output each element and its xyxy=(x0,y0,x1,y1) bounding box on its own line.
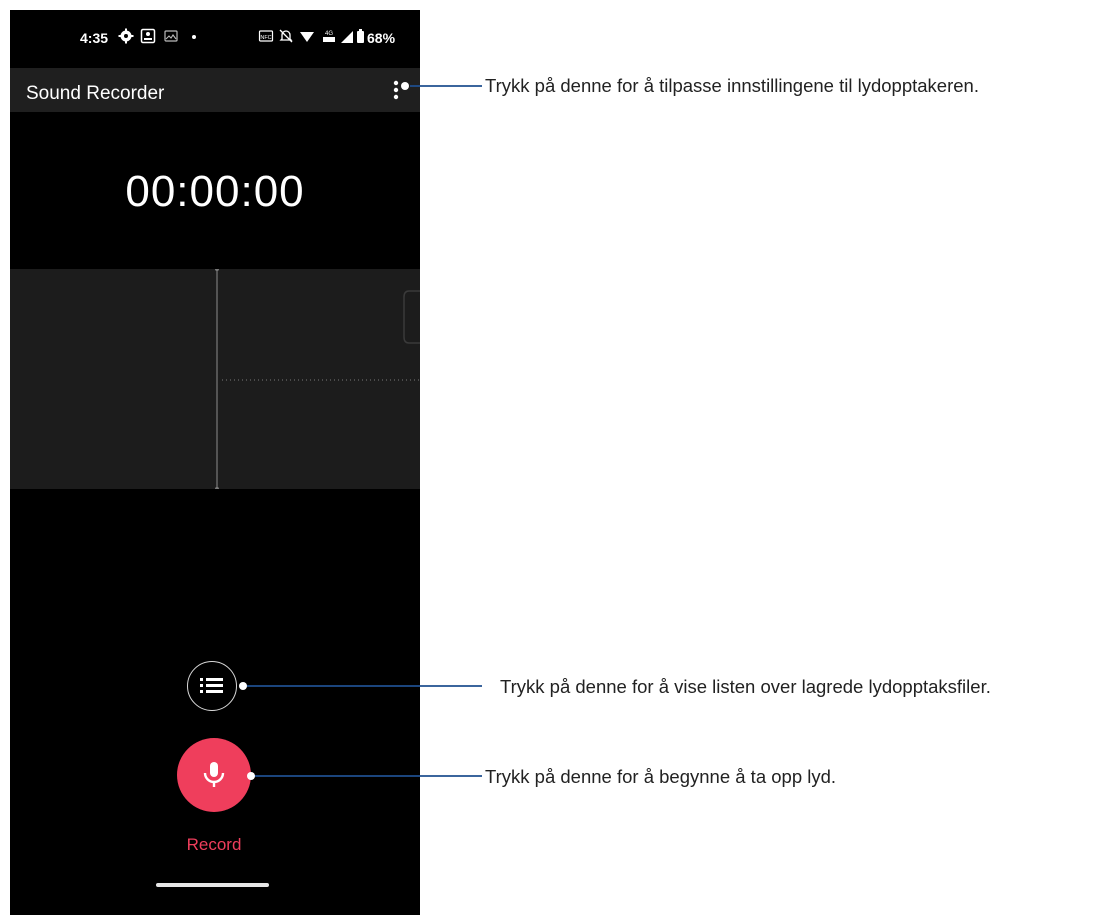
battery-icon xyxy=(357,29,364,43)
playhead-top-marker xyxy=(215,267,219,271)
record-label: Record xyxy=(186,835,242,854)
list-icon xyxy=(200,678,223,693)
svg-text:NFC: NFC xyxy=(260,35,271,41)
callout-text-list: Trykk på denne for å vise listen over la… xyxy=(500,676,991,697)
settings-icon xyxy=(118,28,134,44)
app-bar: Sound Recorder xyxy=(10,68,420,112)
app-title: Sound Recorder xyxy=(26,83,165,104)
svg-text:4G: 4G xyxy=(325,31,333,37)
status-time: 4:35 xyxy=(80,30,109,46)
dot-icon xyxy=(192,35,196,39)
timer-display: 00:00:00 xyxy=(125,167,305,216)
mic-icon xyxy=(203,762,225,787)
lte-icon: 4G xyxy=(323,31,335,42)
recordings-list-button[interactable] xyxy=(187,661,237,711)
record-button[interactable] xyxy=(177,738,251,812)
home-indicator[interactable] xyxy=(156,883,269,887)
phone-screen: 4:35 NFC 4G 68% Sound Recorder 00:00:00 … xyxy=(10,10,420,915)
playhead-bottom-marker xyxy=(215,487,219,491)
waveform-graph xyxy=(215,267,420,491)
nfc-icon: NFC xyxy=(258,30,274,42)
photo-icon xyxy=(140,28,156,44)
callout-text-more-menu: Trykk på denne for å tilpasse innstillin… xyxy=(485,75,979,96)
timer-area: 00:00:00 xyxy=(10,112,420,269)
image-icon xyxy=(164,30,178,42)
waveform-scroll-handle xyxy=(403,290,420,344)
wifi-icon xyxy=(300,32,314,42)
mute-icon xyxy=(279,29,293,43)
more-vert-icon xyxy=(393,80,399,100)
more-menu-button[interactable] xyxy=(384,78,408,102)
status-bar: 4:35 NFC 4G 68% xyxy=(10,10,420,68)
callout-text-record: Trykk på denne for å begynne å ta opp ly… xyxy=(485,766,837,787)
battery-percent: 68% xyxy=(367,30,396,46)
signal-icon xyxy=(341,31,353,43)
waveform-area xyxy=(10,267,420,491)
